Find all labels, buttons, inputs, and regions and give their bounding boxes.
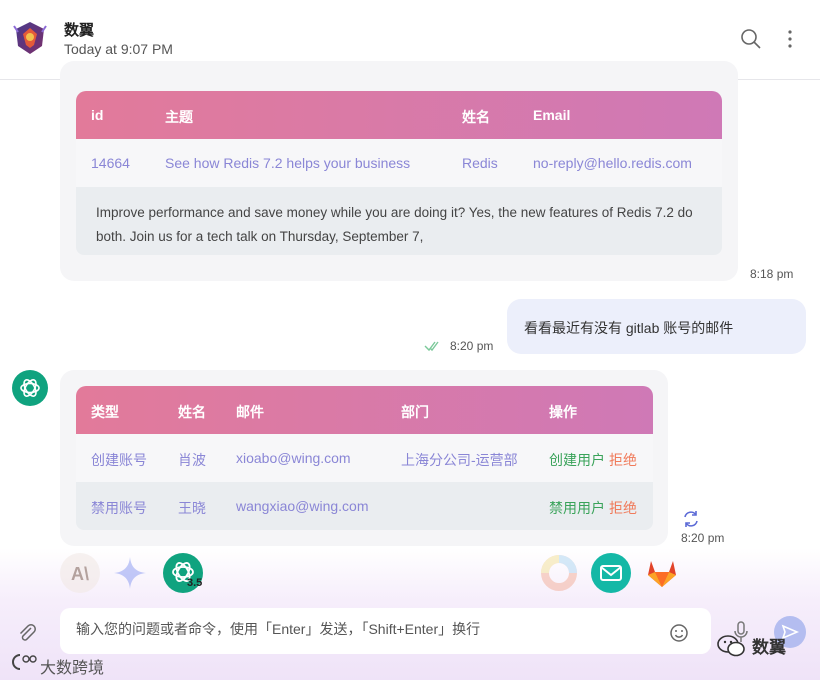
account-type: 禁用账号 [91, 500, 147, 516]
message-time: 8:20 pm [450, 339, 494, 353]
email-table-header: id 主题 姓名 Email [76, 91, 722, 139]
account-email[interactable]: xioabo@wing.com [236, 450, 351, 466]
paperclip-icon[interactable] [16, 622, 38, 644]
user-message-text: 看看最近有没有 gitlab 账号的邮件 [524, 320, 734, 336]
table-row[interactable]: 14664 See how Redis 7.2 helps your busin… [76, 139, 722, 187]
anthropic-model-icon[interactable]: A\ [60, 553, 100, 593]
message-time: 8:18 pm [750, 267, 794, 281]
account-name: 王晓 [178, 500, 206, 516]
svg-text:A\: A\ [71, 564, 89, 584]
message-input[interactable] [76, 621, 636, 637]
col-header-email: 邮件 [236, 404, 264, 420]
disable-user-button[interactable]: 禁用用户 [549, 498, 605, 518]
user-message: 看看最近有没有 gitlab 账号的邮件 [507, 299, 806, 354]
gemini-sparkle-icon[interactable] [110, 553, 150, 593]
col-header-type: 类型 [91, 404, 119, 420]
emoji-icon[interactable] [668, 622, 690, 644]
email-body-text: Improve performance and save money while… [96, 205, 693, 244]
more-options-icon[interactable] [780, 28, 800, 50]
watermark-left: 大数跨境 [40, 660, 105, 677]
account-type: 创建账号 [91, 452, 147, 468]
wechat-icon [716, 633, 746, 659]
account-dept: 上海分公司-运营部 [401, 452, 518, 468]
table-row[interactable]: 创建账号 肖波 xioabo@wing.com 上海分公司-运营部 创建用户 拒… [76, 434, 653, 482]
reject-button[interactable]: 拒绝 [609, 498, 637, 518]
gpt-avatar-icon [12, 370, 48, 406]
gpt-version-badge: 3.5 [187, 577, 203, 589]
col-header-action: 操作 [549, 404, 577, 420]
watermark-left-logo [8, 651, 40, 673]
account-table-header: 类型 姓名 邮件 部门 操作 [76, 386, 653, 434]
watermark-right: 数翼 [752, 638, 786, 657]
bot-avatar[interactable] [12, 20, 48, 56]
col-header-dept: 部门 [401, 404, 429, 420]
email-id: 14664 [91, 155, 130, 171]
col-header-id: id [91, 107, 104, 123]
table-row[interactable]: 禁用账号 王晓 wangxiao@wing.com 禁用用户 拒绝 [76, 482, 653, 530]
col-header-name: 姓名 [462, 109, 490, 125]
read-check-icon [424, 339, 440, 352]
message-input-box[interactable] [60, 608, 711, 654]
col-header-subject: 主题 [165, 109, 193, 125]
search-icon[interactable] [740, 28, 762, 50]
gitlab-icon[interactable] [642, 553, 682, 593]
regenerate-icon[interactable] [681, 509, 701, 529]
chat-subtitle: Today at 9:07 PM [64, 41, 173, 57]
account-email[interactable]: wangxiao@wing.com [236, 498, 369, 514]
mail-icon[interactable] [591, 553, 631, 593]
ring-app-icon[interactable] [539, 553, 579, 593]
reject-button[interactable]: 拒绝 [609, 450, 637, 470]
email-body-row: Improve performance and save money while… [76, 187, 722, 255]
email-subject[interactable]: See how Redis 7.2 helps your business [165, 155, 410, 171]
bot-message-email: id 主题 姓名 Email 14664 See how Redis 7.2 h… [60, 61, 738, 281]
email-sender-name: Redis [462, 155, 498, 171]
email-address[interactable]: no-reply@hello.redis.com [533, 155, 692, 171]
create-user-button[interactable]: 创建用户 [549, 450, 605, 470]
gpt-model-icon[interactable]: 3.5 [163, 553, 203, 593]
message-time: 8:20 pm [681, 531, 725, 545]
col-header-name: 姓名 [178, 404, 206, 420]
bot-message-accounts: 类型 姓名 邮件 部门 操作 创建账号 肖波 xioabo@wing.com 上… [60, 370, 668, 546]
composer-area: A\ 3.5 输入您的问题或者命令，使用「Enter」发送，「Shift+Ent… [0, 548, 820, 680]
chat-title: 数翼 [64, 22, 95, 39]
account-name: 肖波 [178, 452, 206, 468]
col-header-email: Email [533, 107, 571, 123]
